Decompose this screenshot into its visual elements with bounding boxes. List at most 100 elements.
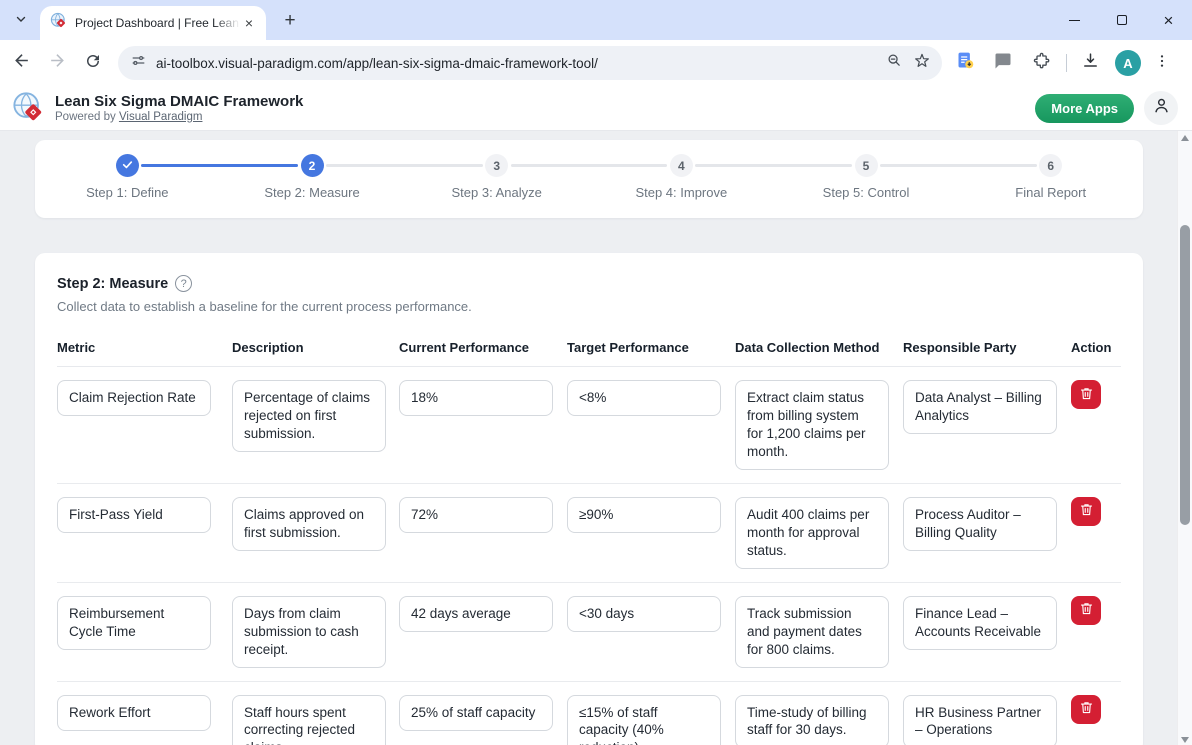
description-input[interactable]: Days from claim submission to cash recei… <box>232 596 386 668</box>
tab-search-button[interactable] <box>8 8 34 34</box>
browser-tab[interactable]: Project Dashboard | Free Lean S × <box>40 6 266 40</box>
step-3-label: Step 3: Analyze <box>452 185 542 200</box>
section-subtitle: Collect data to establish a baseline for… <box>57 299 1121 314</box>
more-apps-button[interactable]: More Apps <box>1035 94 1134 123</box>
section-title: Step 2: Measure <box>57 276 168 292</box>
visual-paradigm-link[interactable]: Visual Paradigm <box>119 111 203 123</box>
delete-row-button[interactable] <box>1071 596 1101 625</box>
metric-input[interactable]: First-Pass Yield <box>57 497 211 533</box>
delete-row-button[interactable] <box>1071 695 1101 724</box>
target-performance-input[interactable]: <8% <box>567 380 721 416</box>
current-performance-input[interactable]: 18% <box>399 380 553 416</box>
data-collection-method-input[interactable]: Time-study of billing staff for 30 days. <box>735 695 889 745</box>
target-performance-input[interactable]: <30 days <box>567 596 721 632</box>
column-header-action: Action <box>1071 340 1121 355</box>
delete-row-button[interactable] <box>1071 497 1101 526</box>
stepper-item-control[interactable]: 5 Step 5: Control <box>774 140 959 218</box>
table-row: Rework Effort Staff hours spent correcti… <box>57 682 1121 745</box>
chevron-down-icon <box>14 12 28 31</box>
step-3-circle: 3 <box>485 154 508 177</box>
column-header-target: Target Performance <box>567 340 735 355</box>
stepper-item-analyze[interactable]: 3 Step 3: Analyze <box>404 140 589 218</box>
comment-button[interactable] <box>988 48 1018 78</box>
column-header-current: Current Performance <box>399 340 567 355</box>
help-icon[interactable]: ? <box>175 275 192 292</box>
window-minimize-button[interactable] <box>1051 0 1098 40</box>
visual-paradigm-logo <box>12 91 46 125</box>
trash-icon <box>1079 601 1094 619</box>
measure-card: Step 2: Measure ? Collect data to establ… <box>35 253 1143 745</box>
scrollbar-thumb[interactable] <box>1180 225 1190 525</box>
downloads-button[interactable] <box>1075 48 1105 78</box>
responsible-party-input[interactable]: Process Auditor – Billing Quality <box>903 497 1057 551</box>
step-2-label: Step 2: Measure <box>264 185 359 200</box>
minimize-icon <box>1069 20 1080 21</box>
browser-menu-button[interactable] <box>1147 48 1177 78</box>
browser-profile-avatar[interactable]: A <box>1115 50 1141 76</box>
column-header-party: Responsible Party <box>903 340 1071 355</box>
current-performance-input[interactable]: 25% of staff capacity <box>399 695 553 731</box>
reload-button[interactable] <box>78 48 108 78</box>
trash-icon <box>1079 386 1094 404</box>
window-controls: × <box>1051 0 1192 40</box>
stepper-item-measure[interactable]: 2 Step 2: Measure <box>220 140 405 218</box>
stepper-card: Step 1: Define 2 Step 2: Measure 3 Step … <box>35 140 1143 218</box>
download-icon <box>1081 51 1100 75</box>
current-performance-input[interactable]: 72% <box>399 497 553 533</box>
table-row: First-Pass Yield Claims approved on firs… <box>57 484 1121 583</box>
maximize-icon <box>1117 15 1127 25</box>
current-performance-input[interactable]: 42 days average <box>399 596 553 632</box>
browser-tab-strip: Project Dashboard | Free Lean S × + × <box>0 0 1192 40</box>
stepper-item-final-report[interactable]: 6 Final Report <box>958 140 1143 218</box>
data-collection-method-input[interactable]: Audit 400 claims per month for approval … <box>735 497 889 569</box>
new-tab-button[interactable]: + <box>278 9 302 33</box>
trash-icon <box>1079 700 1094 718</box>
window-close-button[interactable]: × <box>1145 0 1192 40</box>
target-performance-input[interactable]: ≤15% of staff capacity (40% reduction) <box>567 695 721 745</box>
bookmark-button[interactable] <box>908 49 936 77</box>
table-header-row: Metric Description Current Performance T… <box>57 340 1121 367</box>
responsible-party-input[interactable]: Finance Lead – Accounts Receivable <box>903 596 1057 650</box>
url-text[interactable]: ai-toolbox.visual-paradigm.com/app/lean-… <box>156 56 880 71</box>
table-row: Reimbursement Cycle Time Days from claim… <box>57 583 1121 682</box>
step-4-label: Step 4: Improve <box>635 185 727 200</box>
description-input[interactable]: Staff hours spent correcting rejected cl… <box>232 695 386 745</box>
site-favicon <box>50 12 67 34</box>
extensions-button[interactable] <box>1026 48 1056 78</box>
step-1-label: Step 1: Define <box>86 185 168 200</box>
forward-button[interactable] <box>42 48 72 78</box>
stepper-item-define[interactable]: Step 1: Define <box>35 140 220 218</box>
column-header-metric: Metric <box>57 340 232 355</box>
scrollbar-down-arrow[interactable] <box>1181 737 1189 743</box>
tab-title: Project Dashboard | Free Lean S <box>75 16 240 30</box>
reading-mode-button[interactable] <box>950 48 980 78</box>
responsible-party-input[interactable]: Data Analyst – Billing Analytics <box>903 380 1057 434</box>
site-settings-icon <box>130 52 147 74</box>
tab-close-button[interactable]: × <box>240 14 258 32</box>
back-button[interactable] <box>6 48 36 78</box>
metric-input[interactable]: Claim Rejection Rate <box>57 380 211 416</box>
comment-bubble-icon <box>994 52 1012 75</box>
metric-input[interactable]: Reimbursement Cycle Time <box>57 596 211 650</box>
data-collection-method-input[interactable]: Track submission and payment dates for 8… <box>735 596 889 668</box>
person-icon <box>1152 96 1171 120</box>
delete-row-button[interactable] <box>1071 380 1101 409</box>
metric-input[interactable]: Rework Effort <box>57 695 211 731</box>
description-input[interactable]: Claims approved on first submission. <box>232 497 386 551</box>
stepper-item-improve[interactable]: 4 Step 4: Improve <box>589 140 774 218</box>
window-maximize-button[interactable] <box>1098 0 1145 40</box>
target-performance-input[interactable]: ≥90% <box>567 497 721 533</box>
user-account-button[interactable] <box>1144 91 1178 125</box>
description-input[interactable]: Percentage of claims rejected on first s… <box>232 380 386 452</box>
scrollbar-up-arrow[interactable] <box>1181 135 1189 141</box>
back-arrow-icon <box>12 51 31 75</box>
app-title: Lean Six Sigma DMAIC Framework <box>55 93 1035 110</box>
kebab-menu-icon <box>1154 53 1170 74</box>
page-scrollbar[interactable] <box>1177 131 1192 745</box>
address-bar[interactable]: ai-toolbox.visual-paradigm.com/app/lean-… <box>118 46 942 80</box>
responsible-party-input[interactable]: HR Business Partner – Operations <box>903 695 1057 745</box>
data-collection-method-input[interactable]: Extract claim status from billing system… <box>735 380 889 470</box>
star-icon <box>913 52 931 75</box>
zoom-button[interactable] <box>880 49 908 77</box>
column-header-description: Description <box>232 340 399 355</box>
